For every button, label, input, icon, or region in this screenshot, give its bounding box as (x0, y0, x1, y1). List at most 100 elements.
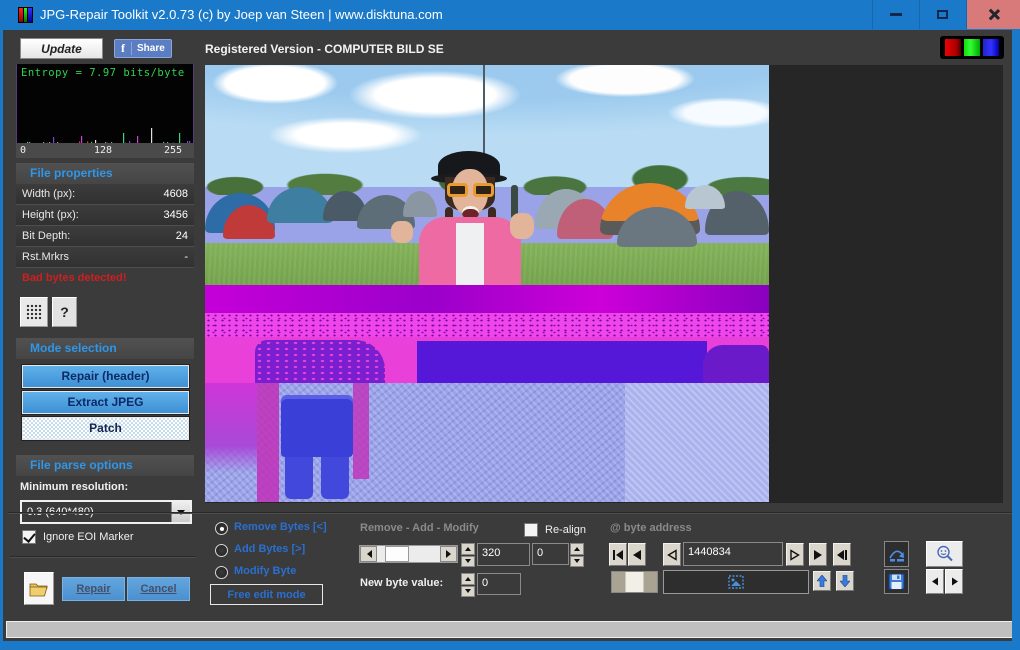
registered-version-text: Registered Version - COMPUTER BILD SE (205, 42, 444, 56)
prev-icon (631, 549, 643, 561)
add-bytes-radio[interactable] (215, 544, 228, 557)
close-button[interactable] (966, 0, 1020, 29)
maximize-icon (937, 10, 948, 19)
glitch-strip (353, 383, 369, 479)
photo-person-shorts (281, 395, 353, 457)
modify-byte-radio[interactable] (215, 566, 228, 579)
magnifier-smiley-icon (935, 544, 955, 564)
move-up-button[interactable] (813, 571, 831, 591)
slider-track[interactable] (377, 546, 440, 562)
add-bytes-label[interactable]: Add Bytes [>] (234, 543, 305, 555)
facebook-icon: f (115, 41, 131, 56)
bytes-count-field[interactable]: 320 (477, 543, 530, 566)
help-button[interactable]: ? (52, 297, 77, 327)
preview-prev-button[interactable] (926, 569, 944, 594)
goto-last-button[interactable] (833, 543, 851, 566)
folder-icon (29, 581, 49, 597)
open-file-button[interactable] (24, 572, 54, 605)
spinner-up-icon[interactable] (461, 543, 475, 555)
patch-button[interactable]: Patch (22, 417, 189, 440)
photo-person-shirt (456, 223, 484, 285)
byte-count-slider[interactable] (359, 545, 458, 563)
maximize-button[interactable] (919, 0, 965, 29)
step-back-button[interactable] (663, 543, 681, 566)
remove-bytes-label[interactable]: Remove Bytes [<] (234, 521, 327, 533)
window-title: JPG-Repair Toolkit v2.0.73 (c) by Joep v… (40, 7, 443, 22)
facebook-share-button[interactable]: f Share (114, 39, 172, 58)
glitch-strip (257, 383, 279, 502)
new-byte-value-field[interactable]: 0 (477, 573, 521, 595)
spinner-up-icon[interactable] (570, 543, 584, 555)
photo-sunglasses (473, 183, 494, 197)
small-left-arrow-icon (931, 577, 940, 586)
bytes-count-spinner[interactable] (461, 543, 475, 567)
histogram-scale: 0 128 255 (16, 143, 194, 158)
photo-person-leg (321, 457, 349, 499)
spinner-down-icon[interactable] (570, 556, 584, 568)
remove-bytes-radio[interactable] (215, 522, 228, 535)
extract-jpeg-button[interactable]: Extract JPEG (22, 391, 189, 414)
realign-checkbox[interactable] (524, 523, 538, 537)
new-byte-spinner[interactable] (461, 573, 475, 597)
entropy-text: Entropy = 7.97 bits/byte (21, 67, 185, 79)
new-byte-value-label: New byte value: (360, 577, 443, 589)
grid-button[interactable] (20, 297, 48, 327)
spinner-down-icon[interactable] (461, 556, 475, 568)
step-forward-button[interactable] (786, 543, 804, 566)
prop-row-height: Height (px):3456 (16, 205, 194, 226)
goto-first-button[interactable] (609, 543, 627, 566)
glitch-blob (255, 340, 385, 383)
jump-icon (888, 545, 906, 563)
title-bar: JPG-Repair Toolkit v2.0.73 (c) by Joep v… (0, 0, 1020, 30)
save-icon (888, 573, 905, 590)
ignore-eoi-checkbox[interactable] (22, 530, 36, 544)
photo-sunglasses (447, 183, 468, 197)
jump-to-offset-button[interactable] (884, 541, 909, 567)
glitch-band-pink-noise (205, 313, 769, 337)
glitch-strip (205, 383, 257, 473)
rgb-channels-icon[interactable] (940, 36, 1004, 59)
step-back-icon (666, 549, 678, 561)
big-step-forward-button[interactable] (809, 543, 827, 566)
save-button[interactable] (884, 569, 909, 594)
spinner-up-icon[interactable] (461, 573, 475, 585)
min-resolution-label: Minimum resolution: (20, 481, 128, 493)
cancel-button[interactable]: Cancel (127, 577, 190, 601)
corrupted-image-preview[interactable] (205, 65, 769, 502)
photo-person-hand (510, 213, 534, 239)
share-label: Share (137, 43, 165, 54)
spinner-down-icon[interactable] (461, 586, 475, 598)
move-down-button[interactable] (836, 571, 854, 591)
progress-bar (6, 621, 1013, 638)
minimize-icon (890, 13, 902, 16)
repair-button[interactable]: Repair (62, 577, 125, 601)
file-parse-options-header: File parse options (16, 455, 194, 476)
big-step-back-button[interactable] (628, 543, 646, 566)
update-button[interactable]: Update (20, 38, 103, 59)
slider-left-arrow-icon[interactable] (360, 546, 377, 562)
glitch-blob (417, 341, 707, 383)
preview-next-button[interactable] (945, 569, 963, 594)
free-edit-mode-button[interactable]: Free edit mode (210, 584, 323, 605)
next-icon (812, 549, 824, 561)
offset-field[interactable]: 0 (532, 543, 569, 565)
grid-icon (26, 304, 42, 320)
close-icon (987, 8, 1000, 21)
byte-marker-button[interactable] (611, 571, 658, 593)
glitch-strip (625, 383, 769, 502)
small-right-arrow-icon (950, 577, 959, 586)
bad-bytes-warning: Bad bytes detected! (22, 272, 127, 284)
photo-person-leg (285, 457, 313, 499)
minimize-button[interactable] (872, 0, 918, 29)
slider-right-arrow-icon[interactable] (440, 546, 457, 562)
slider-thumb[interactable] (385, 546, 409, 562)
preview-button[interactable] (926, 541, 963, 567)
step-forward-icon (789, 549, 801, 561)
byte-pattern-field[interactable] (663, 570, 809, 594)
offset-spinner[interactable] (570, 543, 584, 567)
repair-header-button[interactable]: Repair (header) (22, 365, 189, 388)
byte-address-field[interactable]: 1440834 (683, 542, 783, 566)
first-icon (612, 549, 624, 561)
blue-arrow-down-icon (840, 575, 850, 587)
modify-byte-label[interactable]: Modify Byte (234, 565, 296, 577)
